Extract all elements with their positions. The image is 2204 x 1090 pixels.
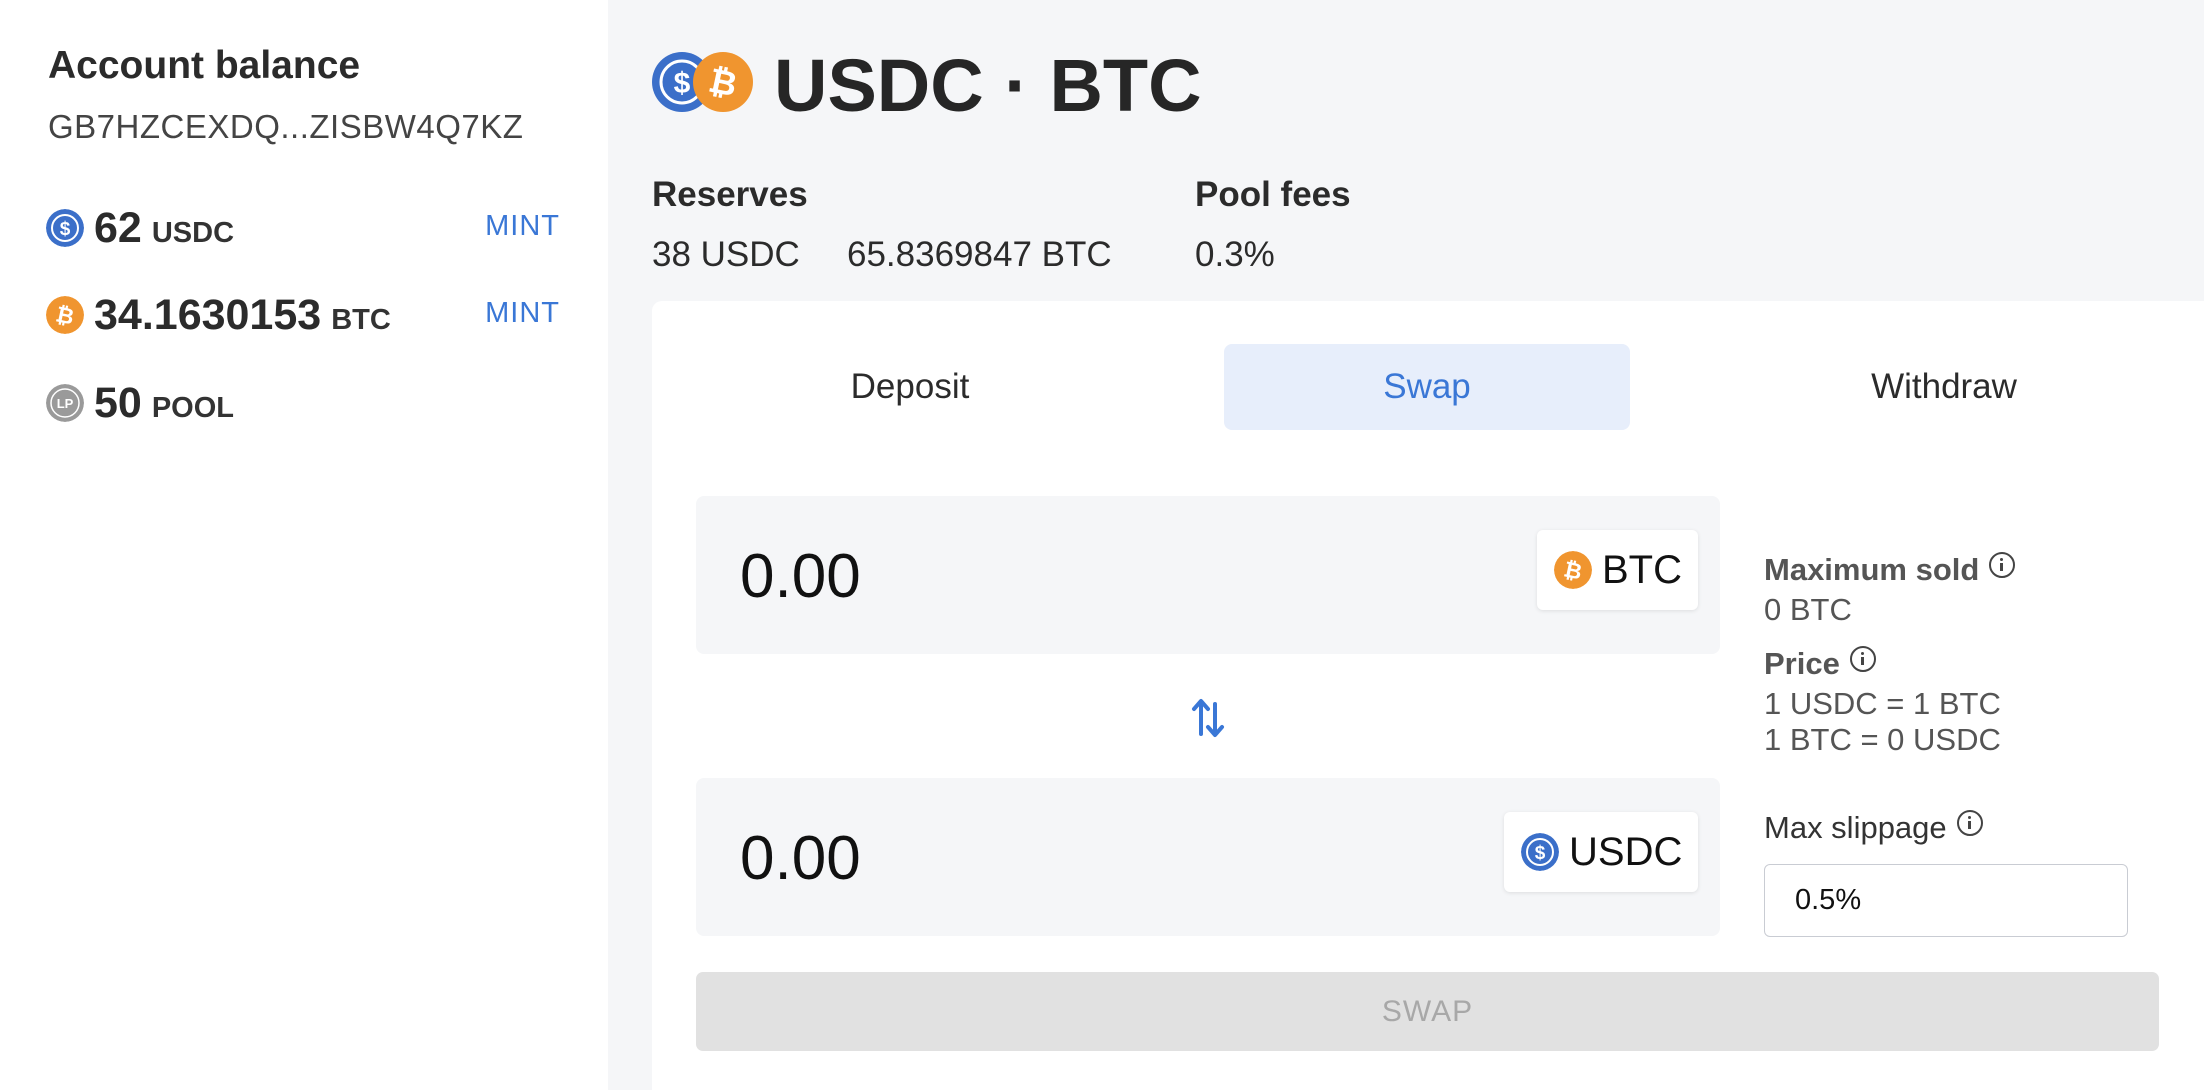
info-icon[interactable] — [1989, 552, 2016, 578]
balance-row-pool: LP 50 POOL — [46, 373, 566, 433]
btc-coin-icon: ₿ — [693, 52, 753, 112]
svg-text:$: $ — [60, 219, 71, 240]
btc-coin-icon: ₿ — [46, 296, 84, 334]
svg-text:$: $ — [674, 67, 691, 100]
mint-btc-button[interactable]: MINT — [485, 285, 560, 341]
maximum-sold-value: 0 BTC — [1764, 592, 1852, 627]
mint-usdc-button[interactable]: MINT — [485, 198, 560, 254]
pool-fees-value: 0.3% — [1195, 235, 1275, 274]
svg-text:LP: LP — [57, 396, 74, 411]
account-address[interactable]: GB7HZCEXDQ...ZISBW4Q7KZ — [48, 108, 523, 146]
maximum-sold-label: Maximum sold — [1764, 552, 2016, 588]
from-token-select[interactable]: ₿ BTC — [1537, 530, 1698, 610]
price-line-2: 1 BTC = 0 USDC — [1764, 722, 2001, 757]
pair-icons: $ ₿ — [652, 52, 753, 112]
to-token-select[interactable]: $ USDC — [1504, 812, 1698, 892]
pool-balance: 50 POOL — [94, 379, 235, 427]
reserves-btc: 65.8369847 BTC — [847, 235, 1112, 274]
svg-text:$: $ — [1535, 843, 1546, 864]
from-token-label: BTC — [1602, 548, 1682, 592]
swap-arrows-icon[interactable] — [1190, 694, 1226, 742]
swap-to-input[interactable] — [740, 818, 1440, 898]
info-icon[interactable] — [1956, 810, 1983, 836]
usdc-unit: USDC — [151, 217, 235, 249]
usdc-coin-icon: $ — [46, 209, 84, 247]
info-icon[interactable] — [1849, 646, 1876, 672]
swap-to-panel: $ USDC — [696, 778, 1720, 936]
reserves-label: Reserves — [652, 175, 808, 214]
lp-token-icon: LP — [46, 384, 84, 422]
btc-unit: BTC — [331, 304, 391, 336]
pool-fees-label: Pool fees — [1195, 175, 1351, 214]
swap-button[interactable]: SWAP — [696, 972, 2159, 1051]
usdc-balance: 62 USDC — [94, 204, 235, 252]
price-label: Price — [1764, 646, 1876, 682]
account-balance-title: Account balance — [48, 44, 361, 87]
tab-withdraw[interactable]: Withdraw — [1741, 344, 2147, 430]
swap-from-input[interactable] — [740, 536, 1440, 616]
max-slippage-input[interactable] — [1764, 864, 2128, 937]
tab-swap[interactable]: Swap — [1224, 344, 1630, 430]
pool-unit: POOL — [151, 392, 235, 424]
btc-balance: 34.1630153 BTC — [94, 291, 391, 339]
pair-title: USDC · BTC — [774, 44, 1202, 127]
price-line-1: 1 USDC = 1 BTC — [1764, 686, 2001, 721]
usdc-coin-icon: $ — [1521, 833, 1559, 871]
tab-deposit[interactable]: Deposit — [707, 344, 1113, 430]
to-token-label: USDC — [1569, 830, 1683, 874]
reserves-usdc: 38 USDC — [652, 235, 800, 274]
swap-from-panel: ₿ BTC — [696, 496, 1720, 654]
btc-coin-icon: ₿ — [1554, 551, 1592, 589]
account-sidebar: Account balance GB7HZCEXDQ...ZISBW4Q7KZ … — [0, 0, 608, 1090]
balance-row-usdc: $ 62 USDC MINT — [46, 198, 566, 258]
max-slippage-label: Max slippage — [1764, 810, 1983, 846]
balance-row-btc: ₿ 34.1630153 BTC MINT — [46, 285, 566, 345]
